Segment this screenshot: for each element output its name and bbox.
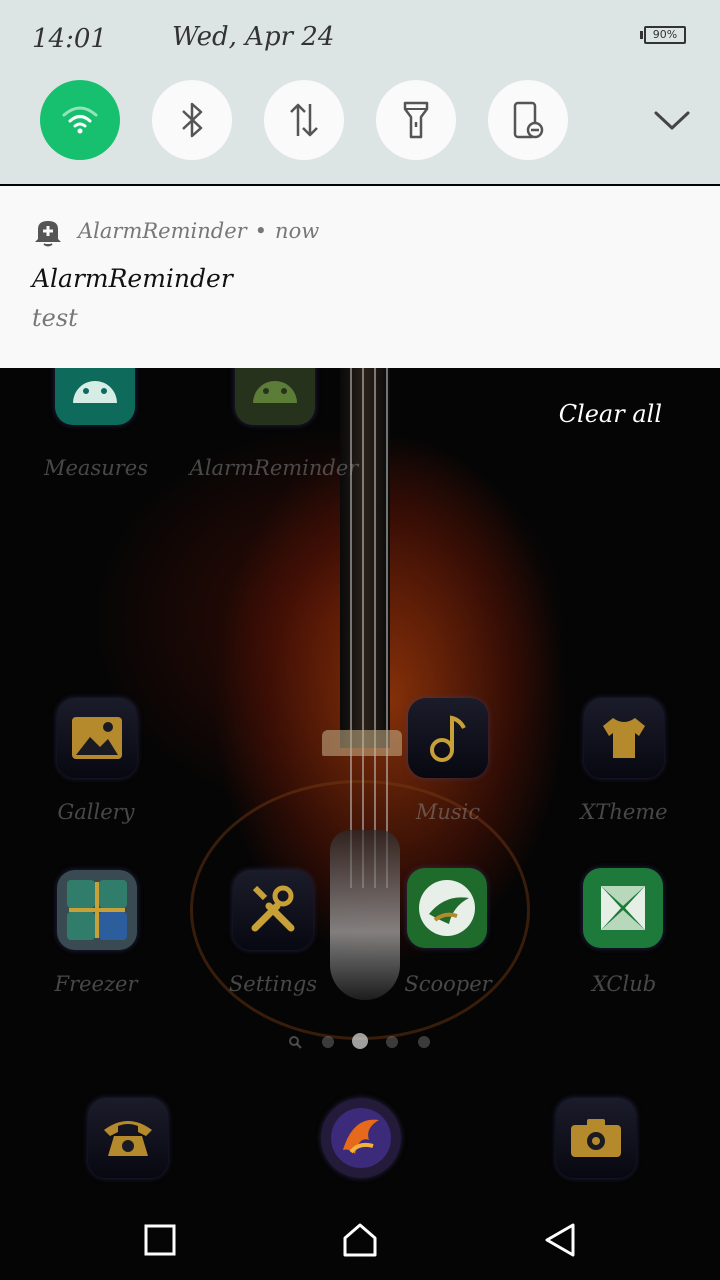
back-icon — [545, 1223, 575, 1257]
bluetooth-toggle[interactable] — [152, 80, 232, 160]
wifi-toggle[interactable] — [40, 80, 120, 160]
app-gallery[interactable] — [57, 698, 137, 778]
page-dot[interactable] — [386, 1036, 398, 1048]
app-music[interactable] — [408, 698, 488, 778]
camera-icon — [571, 1119, 621, 1157]
app-label: Settings — [228, 972, 318, 996]
status-date[interactable]: Wed, Apr 24 — [172, 22, 334, 52]
freezer-folder-icon — [67, 880, 127, 940]
android-icon — [73, 381, 117, 403]
app-scooper[interactable] — [407, 868, 487, 948]
dock-browser[interactable] — [321, 1098, 401, 1178]
xclub-icon — [601, 886, 645, 930]
wallpaper-violin-string — [350, 368, 352, 888]
app-label: Gallery — [57, 800, 135, 824]
wallpaper-violin-bridge — [322, 730, 402, 756]
data-arrows-icon — [290, 103, 318, 137]
page-dot-active[interactable] — [352, 1033, 368, 1049]
app-label: Music — [415, 800, 481, 824]
app-xtheme[interactable] — [584, 698, 664, 778]
app-settings[interactable] — [233, 870, 313, 950]
dock-phone[interactable] — [88, 1098, 168, 1178]
back-button[interactable] — [530, 1210, 590, 1270]
wallpaper-violin-neck — [340, 368, 390, 748]
wifi-icon — [62, 106, 98, 134]
app-label: XClub — [591, 972, 657, 996]
tools-icon — [251, 885, 295, 932]
bluetooth-icon — [182, 102, 203, 138]
browser-phoenix-icon — [331, 1108, 391, 1168]
scooper-icon — [419, 880, 475, 936]
notification-app-name: AlarmReminder — [78, 219, 247, 243]
clear-all-button[interactable]: Clear all — [559, 400, 662, 428]
page-dot[interactable] — [418, 1036, 430, 1048]
app-xclub[interactable] — [583, 868, 663, 948]
notification-card[interactable]: AlarmReminder • now AlarmReminder test — [0, 186, 720, 368]
dock-camera[interactable] — [556, 1098, 636, 1178]
recents-icon — [144, 1224, 176, 1256]
notification-text: test — [32, 304, 78, 332]
chevron-down-icon — [654, 111, 690, 130]
android-icon — [253, 381, 297, 403]
app-label: XTheme — [580, 800, 668, 824]
recents-button[interactable] — [130, 1210, 190, 1270]
battery-indicator: 90% — [640, 26, 686, 44]
app-label: Measures — [44, 456, 148, 480]
rotate-lock-icon — [513, 101, 544, 139]
music-note-icon — [430, 715, 466, 762]
notification-header: AlarmReminder • now — [32, 214, 319, 248]
flashlight-icon — [403, 101, 429, 139]
expand-quick-settings-button[interactable] — [652, 100, 692, 140]
notification-time: now — [275, 219, 320, 243]
mobile-data-toggle[interactable] — [264, 80, 344, 160]
gallery-icon — [72, 717, 122, 759]
page-indicator — [280, 1032, 440, 1052]
tshirt-icon — [603, 718, 645, 758]
quick-settings-panel: 14:01 Wed, Apr 24 90% — [0, 0, 720, 184]
app-label: Freezer — [54, 972, 138, 996]
app-label: Scooper — [404, 972, 492, 996]
flashlight-toggle[interactable] — [376, 80, 456, 160]
alarm-bell-add-icon — [35, 217, 61, 247]
status-clock: 14:01 — [32, 24, 107, 54]
home-button[interactable] — [330, 1210, 390, 1270]
page-dot[interactable] — [322, 1036, 334, 1048]
phone-icon — [104, 1121, 152, 1156]
app-freezer[interactable] — [57, 870, 137, 950]
rotation-lock-toggle[interactable] — [488, 80, 568, 160]
app-label: AlarmReminder — [189, 456, 359, 480]
notification-title: AlarmReminder — [32, 264, 233, 293]
home-icon — [343, 1223, 377, 1257]
search-page-icon — [289, 1036, 302, 1049]
notification-separator: • — [254, 219, 268, 243]
